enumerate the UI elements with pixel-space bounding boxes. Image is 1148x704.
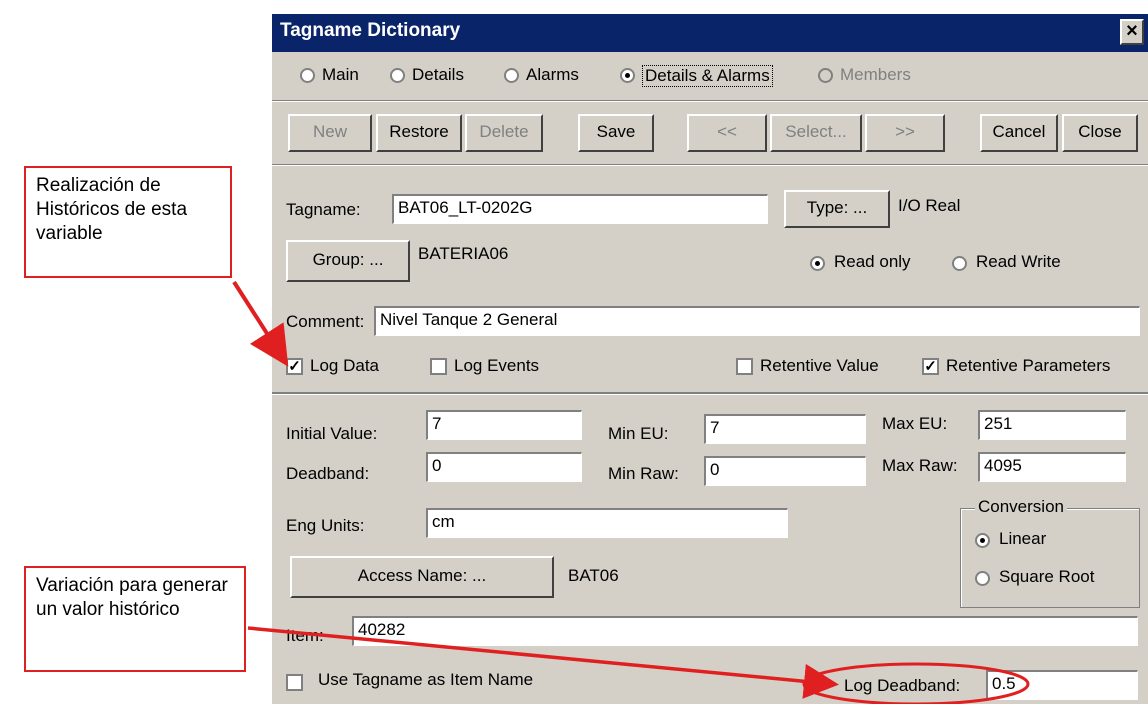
tab-details-alarms-radio[interactable]	[620, 68, 635, 83]
retentive-value-label[interactable]: Retentive Value	[760, 356, 879, 376]
item-label: Item:	[286, 626, 324, 645]
max-eu-input[interactable]: 251	[978, 410, 1126, 440]
tagname-dictionary-dialog: Tagname Dictionary × Main Details Alarms…	[272, 14, 1148, 704]
linear-radio[interactable]	[975, 533, 990, 548]
tab-members-radio	[818, 68, 833, 83]
min-raw-input[interactable]: 0	[704, 456, 866, 486]
separator	[272, 392, 1148, 395]
close-icon[interactable]: ×	[1120, 19, 1144, 45]
tab-details-radio[interactable]	[390, 68, 405, 83]
separator	[272, 100, 1148, 102]
new-button[interactable]: New	[288, 114, 372, 152]
restore-button[interactable]: Restore	[376, 114, 462, 152]
read-write-radio[interactable]	[952, 256, 967, 271]
read-only-label[interactable]: Read only	[834, 252, 911, 272]
tab-alarms[interactable]: Alarms	[526, 65, 579, 85]
save-button[interactable]: Save	[578, 114, 654, 152]
max-raw-input[interactable]: 4095	[978, 452, 1126, 482]
tab-main[interactable]: Main	[322, 65, 359, 85]
max-eu-label: Max EU:	[882, 414, 948, 433]
min-eu-input[interactable]: 7	[704, 414, 866, 444]
log-data-label[interactable]: Log Data	[310, 356, 379, 376]
read-write-label[interactable]: Read Write	[976, 252, 1061, 272]
deadband-label: Deadband:	[286, 464, 370, 483]
log-deadband-label: Log Deadband:	[844, 676, 961, 695]
tab-alarms-radio[interactable]	[504, 68, 519, 83]
retentive-parameters-label[interactable]: Retentive Parameters	[946, 356, 1110, 376]
access-name-button[interactable]: Access Name: ...	[290, 556, 554, 598]
square-root-radio[interactable]	[975, 571, 990, 586]
use-tagname-checkbox[interactable]	[286, 674, 303, 691]
comment-label: Comment:	[286, 312, 365, 331]
min-eu-label: Min EU:	[608, 424, 669, 443]
log-deadband-input[interactable]: 0.5	[986, 670, 1138, 700]
tab-main-radio[interactable]	[300, 68, 315, 83]
eng-units-input[interactable]: cm	[426, 508, 788, 538]
square-root-label[interactable]: Square Root	[999, 567, 1094, 587]
next-button[interactable]: >>	[865, 114, 945, 152]
cancel-button[interactable]: Cancel	[980, 114, 1058, 152]
type-button[interactable]: Type: ...	[784, 190, 890, 228]
item-input[interactable]: 40282	[352, 616, 1138, 646]
conversion-group: Conversion Linear Square Root	[960, 497, 1140, 608]
eng-units-label: Eng Units:	[286, 516, 365, 535]
title-bar[interactable]: Tagname Dictionary ×	[272, 14, 1148, 52]
tab-members: Members	[840, 65, 911, 84]
previous-button[interactable]: <<	[687, 114, 767, 152]
log-data-checkbox[interactable]: ✓	[286, 358, 303, 375]
dialog-title: Tagname Dictionary	[280, 20, 461, 41]
annotation-historicos: Realización de Históricos de esta variab…	[24, 166, 232, 278]
max-raw-label: Max Raw:	[882, 456, 958, 475]
log-events-label[interactable]: Log Events	[454, 356, 539, 376]
tagname-input[interactable]: BAT06_LT-0202G	[392, 194, 768, 224]
read-only-radio[interactable]	[810, 256, 825, 271]
close-button[interactable]: Close	[1062, 114, 1138, 152]
deadband-input[interactable]: 0	[426, 452, 582, 482]
tab-details-alarms[interactable]: Details & Alarms	[642, 65, 773, 87]
comment-input[interactable]: Nivel Tanque 2 General	[374, 306, 1140, 336]
group-value: BATERIA06	[418, 244, 509, 263]
type-value: I/O Real	[898, 196, 961, 215]
separator	[272, 164, 1148, 166]
tab-details[interactable]: Details	[412, 65, 464, 85]
group-button[interactable]: Group: ...	[286, 240, 410, 282]
log-events-checkbox[interactable]	[430, 358, 447, 375]
retentive-parameters-checkbox[interactable]: ✓	[922, 358, 939, 375]
access-name-value: BAT06	[568, 566, 619, 585]
initial-value-label: Initial Value:	[286, 424, 378, 443]
initial-value-input[interactable]: 7	[426, 410, 582, 440]
retentive-value-checkbox[interactable]	[736, 358, 753, 375]
select-button[interactable]: Select...	[770, 114, 862, 152]
delete-button[interactable]: Delete	[465, 114, 543, 152]
min-raw-label: Min Raw:	[608, 464, 679, 483]
use-tagname-label[interactable]: Use Tagname as Item Name	[318, 670, 533, 690]
annotation-variacion: Variación para generar un valor históric…	[24, 566, 246, 672]
tagname-label: Tagname:	[286, 200, 361, 219]
conversion-title: Conversion	[975, 497, 1067, 517]
linear-label[interactable]: Linear	[999, 529, 1046, 549]
